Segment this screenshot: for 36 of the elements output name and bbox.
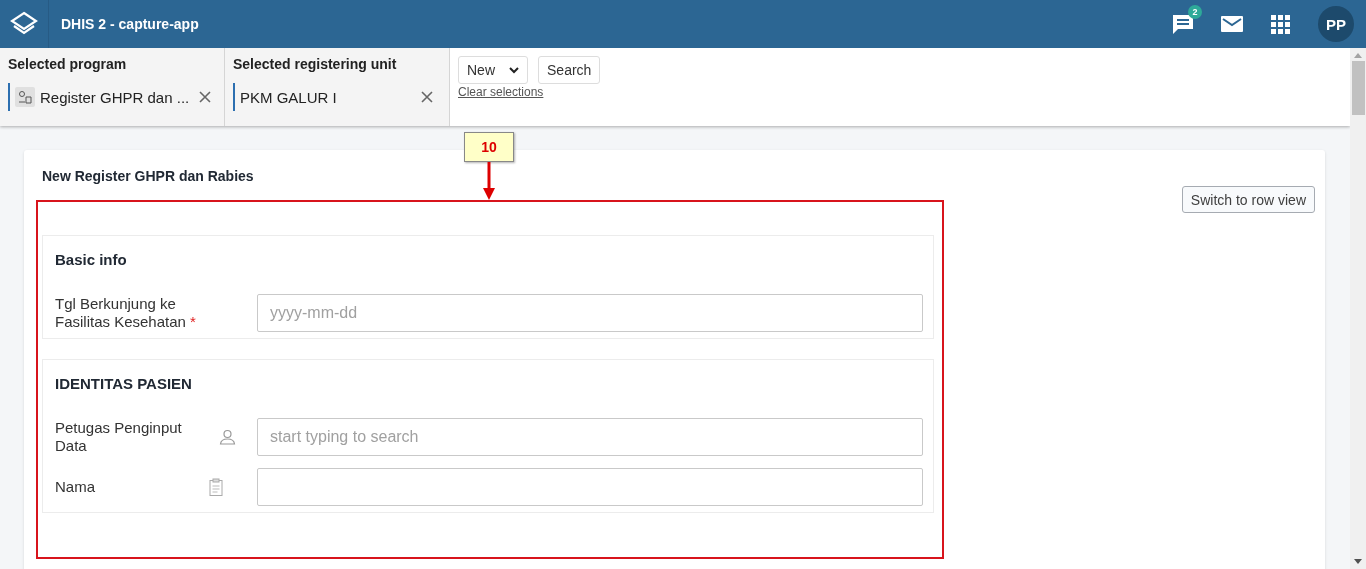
form-title: New Register GHPR dan Rabies [42,168,255,184]
new-dropdown[interactable]: New [458,56,528,84]
person-icon [219,429,236,445]
user-avatar[interactable]: PP [1318,6,1354,42]
field-label: Tgl Berkunjung ke Fasilitas Kesehatan * [55,295,197,331]
scrollbar-thumb[interactable] [1351,61,1365,115]
close-icon[interactable] [199,91,212,103]
selected-value: PKM GALUR I [240,88,337,106]
clipboard-icon [209,478,223,496]
close-icon[interactable] [421,91,433,103]
section-title: Basic info [54,250,128,270]
switch-view-button[interactable]: Switch to row view [1181,186,1315,213]
field-label: Petugas Penginput Data [55,419,183,455]
scroll-down-icon[interactable] [1354,559,1362,564]
callout-label: 10 [464,132,514,162]
section-title: IDENTITAS PASIEN [54,374,193,394]
field-label: Nama [55,478,96,496]
selected-value: Register GHPR dan ... [40,88,190,106]
search-field[interactable]: start typing to search [257,418,923,456]
selected-value-chip[interactable]: PKM GALUR I [233,83,449,111]
scrollbar[interactable] [1350,48,1366,569]
search-button[interactable]: Search [538,56,601,84]
selector-label: Selected registering unit [233,56,398,72]
chevron-down-icon [509,66,519,74]
date-field[interactable]: yyyy-mm-dd [257,294,923,332]
count-badge: 2 [1188,5,1202,19]
apps-icon[interactable] [1271,14,1290,34]
program-icon [15,87,35,107]
selected-value-chip[interactable]: Register GHPR dan ... [8,83,224,111]
selector-label: Selected program [8,56,128,72]
mail-icon[interactable] [1221,16,1243,32]
clear-selections-link[interactable]: Clear selections [458,85,601,99]
callout-arrow [483,162,495,200]
input-field[interactable] [257,468,923,506]
logo-icon[interactable] [10,11,38,37]
app-title: DHIS 2 - capture-app [61,16,199,32]
